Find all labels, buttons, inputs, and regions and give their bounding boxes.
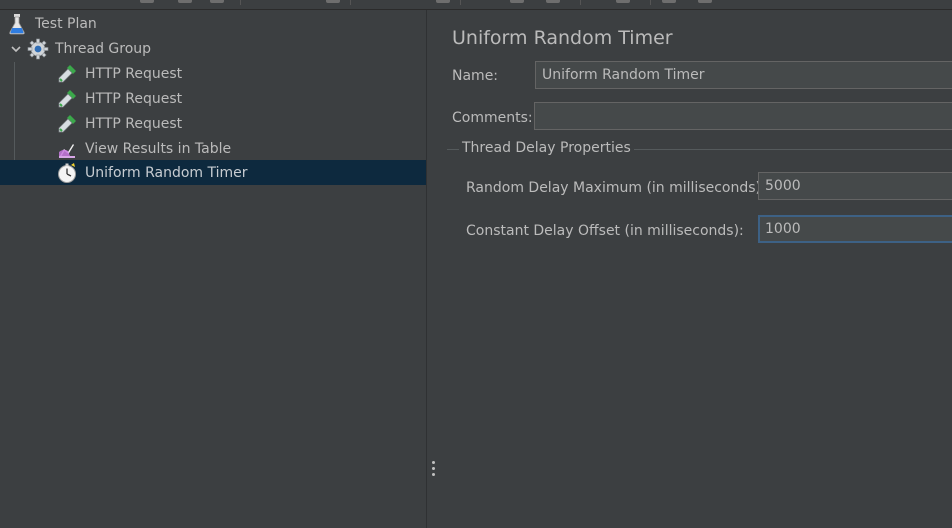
group-title: Thread Delay Properties <box>459 140 634 156</box>
grip-dot <box>432 467 435 470</box>
pipette-icon <box>56 113 78 135</box>
tree-item-label: View Results in Table <box>85 140 232 157</box>
toolbar-icon[interactable] <box>546 0 560 3</box>
flask-icon <box>6 13 28 35</box>
comments-label: Comments: <box>452 110 533 126</box>
grip-dot <box>432 461 435 464</box>
pipette-icon <box>56 63 78 85</box>
toolbar-icon[interactable] <box>436 0 450 3</box>
tree-item-test-plan[interactable]: Test Plan <box>0 11 432 36</box>
tree-item-http-request[interactable]: HTTP Request <box>0 86 482 111</box>
toolbar-separator <box>650 0 651 5</box>
test-plan-tree: Test Plan Thread Group HTTP Request HTTP… <box>0 10 482 528</box>
name-field[interactable] <box>535 61 952 89</box>
toolbar-icon[interactable] <box>698 0 712 3</box>
tree-item-label: Thread Group <box>55 40 152 57</box>
tree-item-http-request[interactable]: HTTP Request <box>0 111 482 136</box>
name-label: Name: <box>452 68 499 84</box>
toolbar-icon[interactable] <box>210 0 224 3</box>
panel-splitter[interactable] <box>426 10 440 528</box>
tree-item-thread-group[interactable]: Thread Group <box>0 36 435 61</box>
tree-item-label: HTTP Request <box>85 90 183 107</box>
tree-item-http-request[interactable]: HTTP Request <box>0 61 482 86</box>
tree-item-label: Uniform Random Timer <box>85 164 248 181</box>
tree-item-view-results-in-table[interactable]: View Results in Table <box>0 136 482 161</box>
toolbar-separator <box>240 0 241 5</box>
tree-item-label: Test Plan <box>35 15 97 32</box>
toolbar-separator <box>460 0 461 5</box>
panel-title: Uniform Random Timer <box>452 27 673 49</box>
toolbar-icon[interactable] <box>616 0 630 3</box>
comments-field[interactable] <box>534 102 952 130</box>
tree-item-uniform-random-timer[interactable]: Uniform Random Timer <box>0 160 482 185</box>
toolbar-separator <box>350 0 351 5</box>
gear-icon <box>27 38 49 60</box>
random-delay-field[interactable] <box>758 172 952 200</box>
tree-item-label: HTTP Request <box>85 115 183 132</box>
results-table-icon <box>56 138 78 160</box>
toolbar-icon[interactable] <box>178 0 192 3</box>
toolbar-icon[interactable] <box>326 0 340 3</box>
toolbar-icon[interactable] <box>662 0 676 3</box>
stopwatch-icon <box>56 162 78 184</box>
constant-delay-field[interactable] <box>758 215 952 243</box>
random-delay-label: Random Delay Maximum (in milliseconds): <box>466 180 766 196</box>
timer-editor-panel: Uniform Random Timer Name: Comments: Thr… <box>439 10 952 528</box>
pipette-icon <box>56 88 78 110</box>
toolbar <box>0 0 952 10</box>
toolbar-icon[interactable] <box>510 0 524 3</box>
toolbar-icon[interactable] <box>140 0 154 3</box>
jmeter-window: Test Plan Thread Group HTTP Request HTTP… <box>0 0 952 528</box>
constant-delay-label: Constant Delay Offset (in milliseconds): <box>466 223 744 239</box>
chevron-down-icon[interactable] <box>9 42 23 56</box>
tree-item-label: HTTP Request <box>85 65 183 82</box>
grip-dot <box>432 473 435 476</box>
toolbar-separator <box>580 0 581 5</box>
